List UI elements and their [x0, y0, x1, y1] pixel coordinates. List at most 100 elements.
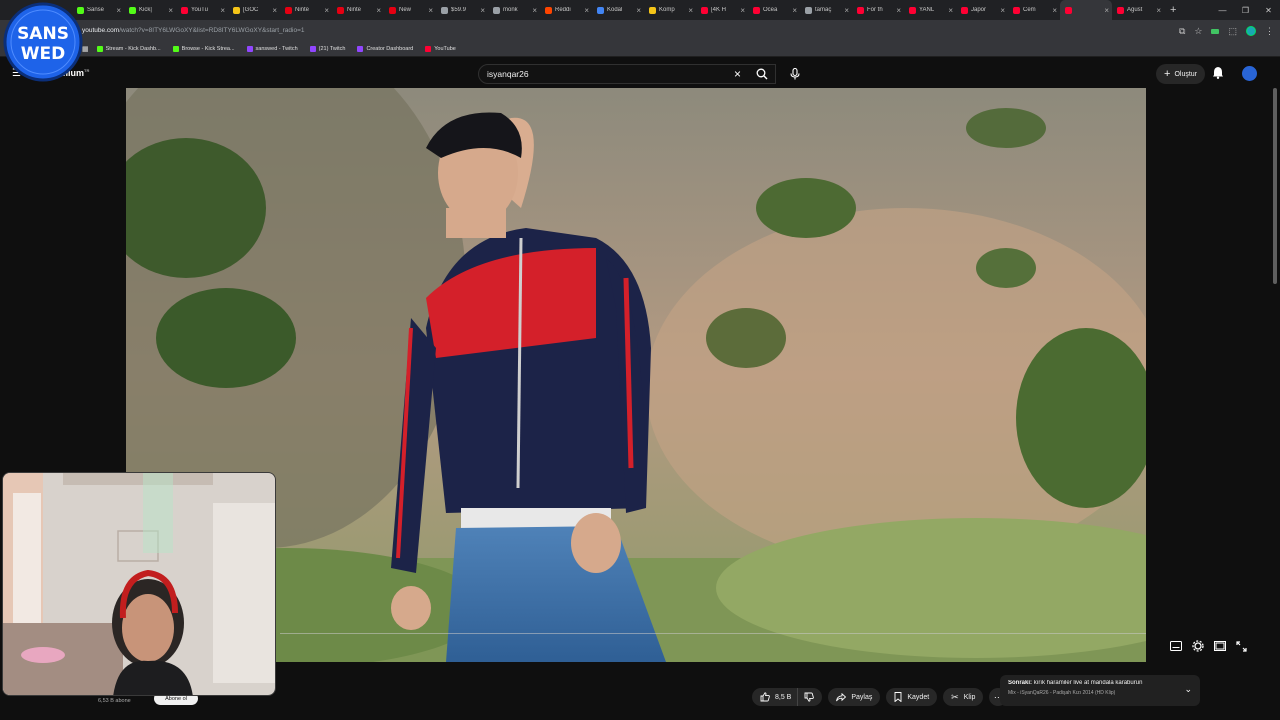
tab-title: Agust	[1127, 7, 1143, 13]
browser-tab[interactable]: New ×	[384, 0, 436, 20]
voice-search-button[interactable]	[784, 64, 806, 84]
cast-icon[interactable]: ⧉	[1179, 26, 1185, 37]
subtitles-icon[interactable]	[1170, 641, 1182, 651]
bookmark-item[interactable]: Browse - Kick Strea...	[172, 46, 235, 52]
tab-close-icon[interactable]: ×	[480, 6, 485, 15]
create-button[interactable]: + Oluştur	[1156, 64, 1205, 84]
save-button[interactable]: Kaydet	[886, 688, 938, 706]
tab-close-icon[interactable]: ×	[1052, 6, 1057, 15]
browser-tab[interactable]: Cem ×	[1008, 0, 1060, 20]
address-bar[interactable]: youtube.com/watch?v=8ITY6LWGoXY&list=RD8…	[0, 20, 1280, 42]
extensions-puzzle-icon[interactable]: ⬚	[1228, 26, 1237, 37]
clip-button[interactable]: ✂ Klip	[943, 688, 984, 706]
browser-tab[interactable]: Komp ×	[644, 0, 696, 20]
tab-close-icon[interactable]: ×	[740, 6, 745, 15]
bookmark-item[interactable]: sanswed - Twitch	[246, 46, 298, 52]
browser-tab[interactable]: [GOC ×	[228, 0, 280, 20]
tab-close-icon[interactable]: ×	[636, 6, 641, 15]
tab-close-icon[interactable]: ×	[688, 6, 693, 15]
screen: Sanse × Kick| × YouTu × [GOC × Ninte × Ninte × New × $…	[0, 0, 1280, 720]
page-scrollbar[interactable]	[1273, 88, 1277, 284]
player-controls	[1170, 640, 1247, 652]
notifications-bell-icon[interactable]	[1212, 66, 1224, 79]
tab-close-icon[interactable]: ×	[324, 6, 329, 15]
browser-tab[interactable]: Kodal ×	[592, 0, 644, 20]
bookmark-item[interactable]: Creator Dashboard	[357, 46, 413, 52]
browser-tab[interactable]: Ninte ×	[332, 0, 384, 20]
browser-tab[interactable]: tamaç ×	[800, 0, 852, 20]
browser-tab[interactable]: For th ×	[852, 0, 904, 20]
tab-close-icon[interactable]: ×	[948, 6, 953, 15]
star-icon[interactable]: ☆	[1194, 26, 1202, 37]
tab-close-icon[interactable]: ×	[584, 6, 589, 15]
subscribe-label: Abone ol	[165, 695, 187, 702]
close-icon[interactable]: ✕	[1257, 6, 1280, 15]
clear-search-icon[interactable]: ×	[734, 67, 741, 81]
tab-close-icon[interactable]: ×	[220, 6, 225, 15]
tab-favicon-icon	[129, 6, 136, 14]
tab-favicon-icon	[701, 6, 708, 14]
extension-icon[interactable]	[1211, 28, 1220, 34]
url-path: /watch?v=8ITY6LWGoXY&list=RD8ITY6LWGoXY&…	[119, 27, 305, 34]
tab-close-icon[interactable]: ×	[168, 6, 173, 15]
up-next-card[interactable]: Sonraki: kırık haramiler live at mandala…	[1000, 675, 1200, 706]
tab-close-icon[interactable]: ×	[792, 6, 797, 15]
window-controls: — ❐ ✕	[1211, 0, 1280, 20]
theater-mode-icon[interactable]	[1214, 641, 1226, 651]
profile-icon[interactable]	[1246, 26, 1256, 36]
browser-tab[interactable]: YANL ×	[904, 0, 956, 20]
tab-close-icon[interactable]: ×	[1104, 6, 1109, 15]
logo-line-2: WED	[21, 44, 65, 64]
tab-close-icon[interactable]: ×	[376, 6, 381, 15]
fullscreen-icon[interactable]	[1236, 640, 1247, 652]
tab-favicon-icon	[1117, 6, 1124, 14]
dislike-button[interactable]	[797, 688, 823, 706]
tab-title: YouTu	[191, 7, 208, 13]
share-button[interactable]: Paylaş	[828, 688, 881, 706]
browser-tab[interactable]: $59.9 ×	[436, 0, 488, 20]
tab-favicon-icon	[1013, 6, 1020, 14]
browser-tab[interactable]: monk ×	[488, 0, 540, 20]
bookmark-item[interactable]: (21) Twitch	[309, 46, 345, 52]
new-tab-button[interactable]: +	[1170, 4, 1176, 16]
thumbs-down-icon	[804, 692, 815, 702]
chevron-down-icon[interactable]: ⌄	[1184, 684, 1192, 695]
tab-close-icon[interactable]: ×	[1000, 6, 1005, 15]
tab-close-icon[interactable]: ×	[272, 6, 277, 15]
browser-tab[interactable]: YouTu ×	[176, 0, 228, 20]
browser-tab[interactable]: Ocea ×	[748, 0, 800, 20]
browser-tab[interactable]: Kick| ×	[124, 0, 176, 20]
url-host: youtube.com	[82, 27, 120, 34]
tab-close-icon[interactable]: ×	[116, 6, 121, 15]
bookmark-item[interactable]: YouTube	[425, 46, 456, 52]
browser-tab[interactable]: Japor ×	[956, 0, 1008, 20]
settings-gear-icon[interactable]	[1192, 640, 1204, 652]
browser-tab[interactable]: Reddi ×	[540, 0, 592, 20]
tab-favicon-icon	[805, 6, 812, 14]
bookmark-favicon-icon	[357, 46, 364, 52]
browser-tab[interactable]: [4K H ×	[696, 0, 748, 20]
search-input[interactable]: isyanqar26 ×	[478, 64, 776, 84]
restore-icon[interactable]: ❐	[1234, 6, 1257, 15]
tab-close-icon[interactable]: ×	[1156, 6, 1161, 15]
url-field[interactable]: youtube.com/watch?v=8ITY6LWGoXY&list=RD8…	[82, 20, 305, 42]
bookmark-favicon-icon	[172, 46, 179, 52]
tab-close-icon[interactable]: ×	[844, 6, 849, 15]
menu-dots-icon[interactable]: ⋮	[1265, 26, 1274, 37]
browser-tab[interactable]: ×	[1060, 0, 1112, 20]
bookmark-label: sanswed - Twitch	[255, 46, 298, 52]
browser-tab[interactable]: Agust ×	[1112, 0, 1164, 20]
tab-title: $59.9	[451, 7, 467, 13]
tab-close-icon[interactable]: ×	[532, 6, 537, 15]
video-player[interactable]	[126, 88, 1146, 662]
tab-favicon-icon	[909, 6, 916, 14]
bookmark-item[interactable]: Stream - Kick Dashb...	[96, 46, 161, 52]
minimize-icon[interactable]: —	[1211, 6, 1234, 15]
progress-bar[interactable]	[280, 633, 1146, 634]
account-avatar[interactable]	[1242, 66, 1257, 81]
search-button[interactable]	[748, 64, 776, 84]
browser-tab[interactable]: Ninte ×	[280, 0, 332, 20]
tab-close-icon[interactable]: ×	[428, 6, 433, 15]
like-button[interactable]: 8,5 B	[752, 688, 798, 706]
tab-close-icon[interactable]: ×	[896, 6, 901, 15]
